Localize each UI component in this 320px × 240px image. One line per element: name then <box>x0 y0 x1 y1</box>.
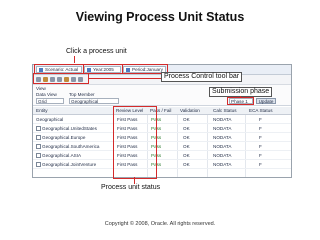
column-header-entity[interactable]: Entity <box>36 108 48 113</box>
callout-process-control-toolbar: Process Control tool bar <box>161 72 243 82</box>
eca-status-cell: F <box>259 134 262 140</box>
table-row[interactable]: Geographical.ASIA First Pass Pass OK NOD… <box>33 151 291 160</box>
table-row[interactable]: Geographical.UnitedStates First Pass Pas… <box>33 124 291 133</box>
column-header-eca-status[interactable]: ECA Status <box>249 108 273 113</box>
callout-pointer-line <box>74 56 75 63</box>
highlight-tab-year <box>83 64 123 74</box>
calc-status-cell: NODATA <box>213 161 232 167</box>
copyright-notice: Copyright © 2008, Oracle. All rights res… <box>104 221 216 227</box>
row-checkbox[interactable] <box>36 144 41 149</box>
validation-cell: OK <box>183 134 190 140</box>
eca-status-cell: F <box>259 116 262 122</box>
validation-cell: OK <box>183 116 190 122</box>
table-row[interactable]: Geographical First Pass Pass OK NODATA F <box>33 115 291 124</box>
validation-cell: OK <box>183 161 190 167</box>
highlight-toolbar <box>33 73 89 84</box>
highlight-phase <box>227 97 254 105</box>
entity-cell[interactable]: Geographical.JointVenture <box>42 162 96 167</box>
highlight-process-unit-status <box>113 106 157 179</box>
table-row[interactable]: Geographical.Europe First Pass Pass OK N… <box>33 133 291 142</box>
calc-status-cell: NODATA <box>213 125 232 131</box>
column-header-calc-status[interactable]: Calc Status <box>213 108 237 113</box>
data-view-select[interactable]: Grid <box>36 98 64 104</box>
calc-status-cell: NODATA <box>213 134 232 140</box>
entity-cell[interactable]: Geographical <box>36 117 63 122</box>
callout-pointer-line <box>88 78 161 79</box>
calc-status-cell: NODATA <box>213 152 232 158</box>
validation-cell: OK <box>183 152 190 158</box>
callout-pointer-line <box>134 177 135 184</box>
callout-process-unit-status: Process unit status <box>101 184 161 191</box>
table-row[interactable]: Geographical.SouthAmerica First Pass Pas… <box>33 142 291 151</box>
data-view-label: Data View <box>36 92 57 97</box>
column-header-validation[interactable]: Validation <box>180 108 200 113</box>
top-member-label: Top Member <box>69 92 95 97</box>
update-button[interactable]: Update <box>256 98 276 104</box>
page-title: Viewing Process Unit Status <box>75 10 245 24</box>
validation-cell: OK <box>183 143 190 149</box>
row-checkbox[interactable] <box>36 153 41 158</box>
callout-click-process-unit: Click a process unit <box>66 48 127 55</box>
calc-status-cell: NODATA <box>213 116 232 122</box>
view-label: View <box>36 86 46 91</box>
top-member-input[interactable]: Geographical <box>69 98 119 104</box>
entity-cell[interactable]: Geographical.Europe <box>42 135 85 140</box>
eca-status-cell: F <box>259 143 262 149</box>
row-checkbox[interactable] <box>36 162 41 167</box>
eca-status-cell: F <box>259 125 262 131</box>
table-row[interactable]: Geographical.JointVenture First Pass Pas… <box>33 160 291 169</box>
entity-cell[interactable]: Geographical.SouthAmerica <box>42 144 99 149</box>
row-checkbox[interactable] <box>36 135 41 140</box>
eca-status-cell: F <box>259 152 262 158</box>
calc-status-cell: NODATA <box>213 143 232 149</box>
row-checkbox[interactable] <box>36 126 41 131</box>
table-header: Entity Review Level Pass / Fail Validati… <box>33 107 291 115</box>
validation-cell: OK <box>183 125 190 131</box>
eca-status-cell: F <box>259 161 262 167</box>
entity-cell[interactable]: Geographical.UnitedStates <box>42 126 97 131</box>
entity-cell[interactable]: Geographical.ASIA <box>42 153 81 158</box>
